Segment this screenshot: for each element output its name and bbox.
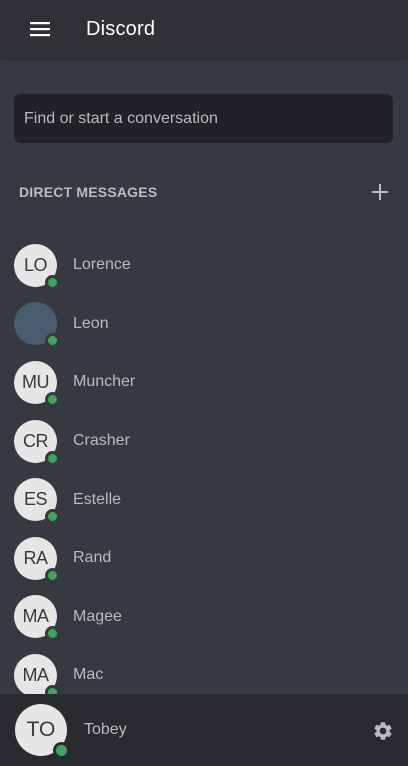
online-status-icon xyxy=(45,333,60,349)
avatar: MU xyxy=(14,360,60,407)
dm-name: Muncher xyxy=(73,373,136,391)
dm-name: Magee xyxy=(73,607,122,625)
online-status-icon xyxy=(45,274,60,290)
dm-item-magee[interactable]: MA Magee xyxy=(0,588,408,647)
user-panel: TO Tobey xyxy=(0,694,408,766)
avatar: MA xyxy=(14,595,60,642)
dm-name: Crasher xyxy=(73,432,130,450)
search-bar[interactable] xyxy=(14,94,393,143)
avatar: CR xyxy=(14,419,60,466)
dm-name: Lorence xyxy=(73,256,131,274)
user-initials: TO xyxy=(26,718,56,741)
dm-name: Mac xyxy=(73,666,104,684)
discord-app: Discord DIRECT MESSAGES LO Lorence Leo xyxy=(0,0,408,766)
avatar-initials: MA xyxy=(22,606,50,627)
settings-button[interactable] xyxy=(370,718,396,744)
new-dm-button[interactable] xyxy=(366,178,394,206)
avatar-initials: ES xyxy=(23,489,48,510)
search-input[interactable] xyxy=(24,94,393,143)
online-status-icon xyxy=(45,391,60,407)
menu-button[interactable] xyxy=(20,9,60,49)
dm-name: Estelle xyxy=(73,490,122,508)
dm-item-crasher[interactable]: CR Crasher xyxy=(0,412,408,471)
online-status-icon xyxy=(45,567,60,583)
dm-item-lorence[interactable]: LO Lorence xyxy=(0,236,408,295)
avatar-initials: MU xyxy=(22,371,50,392)
avatar-initials: RA xyxy=(23,547,48,568)
dm-item-rand[interactable]: RA Rand xyxy=(0,529,408,588)
plus-icon xyxy=(372,184,388,200)
hamburger-menu-icon xyxy=(30,22,50,37)
direct-messages-header: DIRECT MESSAGES xyxy=(19,176,389,208)
avatar: ES xyxy=(14,478,60,525)
avatar: MA xyxy=(14,653,60,700)
avatar: RA xyxy=(14,536,60,583)
online-status-icon xyxy=(53,742,70,759)
dm-name: Rand xyxy=(73,549,112,567)
dm-item-leon[interactable]: Leon xyxy=(0,295,408,354)
online-status-icon xyxy=(45,626,60,642)
avatar-initials: LO xyxy=(23,254,48,275)
avatar-initials: CR xyxy=(23,430,49,451)
gear-icon xyxy=(374,722,392,740)
avatar-initials: MA xyxy=(22,664,50,685)
dm-item-estelle[interactable]: ES Estelle xyxy=(0,470,408,529)
top-app-bar: Discord xyxy=(0,0,408,58)
user-name: Tobey xyxy=(84,721,127,738)
dm-name: Leon xyxy=(73,314,109,332)
app-title: Discord xyxy=(86,17,156,40)
user-avatar[interactable]: TO xyxy=(15,704,70,759)
dm-list: LO Lorence Leon MU Muncher CR Crasher ES… xyxy=(0,236,408,705)
avatar xyxy=(14,302,60,349)
avatar: LO xyxy=(14,243,60,290)
direct-messages-title: DIRECT MESSAGES xyxy=(19,184,158,200)
online-status-icon xyxy=(45,450,60,466)
online-status-icon xyxy=(45,509,60,525)
dm-item-muncher[interactable]: MU Muncher xyxy=(0,353,408,412)
